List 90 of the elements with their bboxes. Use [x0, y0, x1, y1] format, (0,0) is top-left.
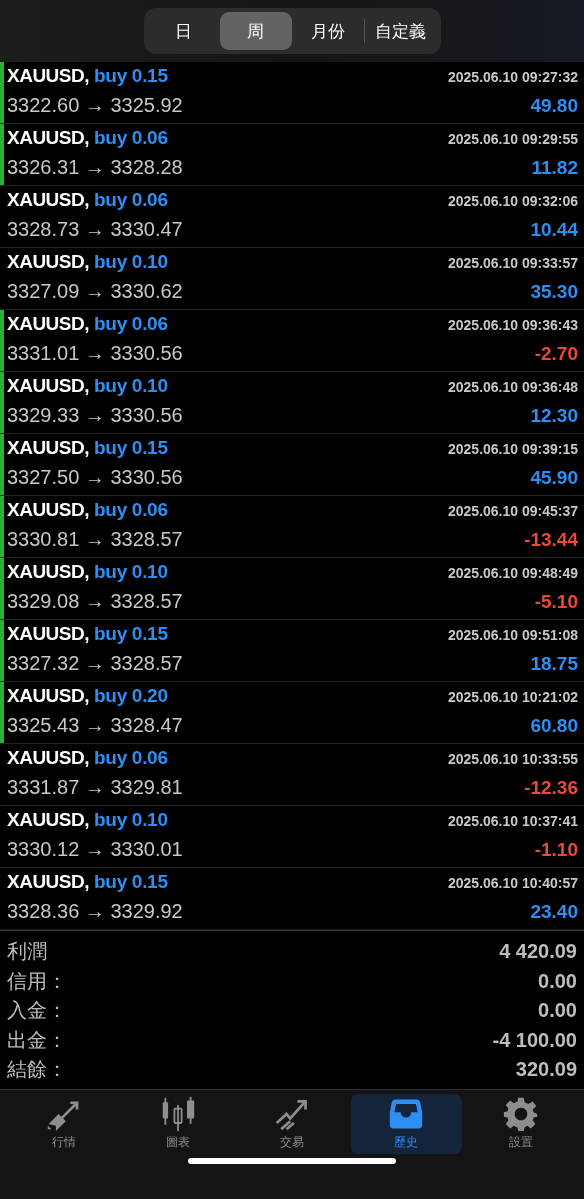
symbol: XAUUSD,	[7, 251, 89, 273]
profit-value: -1.10	[534, 839, 578, 861]
price-range: 3326.31 → 3328.28	[7, 156, 183, 179]
trade-time: 2025.06.10 09:45:37	[448, 503, 578, 519]
trade-side: buy 0.06	[94, 313, 168, 335]
profit-value: 23.40	[530, 901, 578, 923]
trade-side: buy 0.15	[94, 871, 168, 893]
price-range: 3329.08 → 3328.57	[7, 590, 183, 613]
summary-value: 4 420.09	[499, 940, 577, 964]
symbol: XAUUSD,	[7, 809, 89, 831]
trade-side: buy 0.10	[94, 561, 168, 583]
trade-time: 2025.06.10 10:40:57	[448, 875, 578, 891]
tab-bar-item[interactable]: 行情	[8, 1093, 119, 1154]
trade-time: 2025.06.10 09:27:32	[448, 69, 578, 85]
trade-side: buy 0.10	[94, 809, 168, 831]
profit-value: 12.30	[530, 405, 578, 427]
trade-side: buy 0.06	[94, 499, 168, 521]
period-tab[interactable]: 自定義	[364, 12, 437, 50]
profit-value: 60.80	[530, 715, 578, 737]
price-range: 3331.01 → 3330.56	[7, 342, 183, 365]
price-range: 3325.43 → 3328.47	[7, 714, 183, 737]
profit-value: -13.44	[524, 529, 578, 551]
price-range: 3328.36 → 3329.92	[7, 900, 183, 923]
summary-label: 出金：	[7, 1026, 67, 1054]
trade-time: 2025.06.10 09:39:15	[448, 441, 578, 457]
price-range: 3330.12 → 3330.01	[7, 838, 183, 861]
trade-side: buy 0.15	[94, 437, 168, 459]
profit-value: 10.44	[530, 219, 578, 241]
symbol: XAUUSD,	[7, 747, 89, 769]
tab-bar-item[interactable]: 圖表	[122, 1093, 234, 1154]
profit-value: 35.30	[530, 281, 578, 303]
profit-value: 11.82	[531, 157, 578, 179]
symbol: XAUUSD,	[7, 375, 89, 397]
profit-value: -5.10	[534, 591, 578, 613]
trade-side: buy 0.20	[94, 685, 168, 707]
summary-value: 0.00	[538, 969, 577, 993]
price-range: 3327.50 → 3330.56	[7, 466, 183, 489]
summary-label: 結餘：	[7, 1056, 67, 1084]
trade-time: 2025.06.10 09:48:49	[448, 565, 578, 581]
price-range: 3327.09 → 3330.62	[7, 280, 183, 303]
price-range: 3331.87 → 3329.81	[7, 776, 183, 799]
tab-bar-item[interactable]: 交易	[236, 1093, 348, 1154]
summary-label: 信用：	[7, 967, 67, 995]
profit-value: 18.75	[530, 653, 578, 675]
trade-side: buy 0.15	[94, 65, 168, 87]
price-range: 3330.81 → 3328.57	[7, 528, 183, 551]
profit-value: -12.36	[524, 777, 578, 799]
period-tab[interactable]: 周	[219, 12, 292, 50]
symbol: XAUUSD,	[7, 127, 89, 149]
summary-label: 利潤	[7, 938, 47, 966]
summary-label: 入金：	[7, 997, 67, 1025]
symbol: XAUUSD,	[7, 561, 89, 583]
trade-side: buy 0.15	[94, 623, 168, 645]
summary-value: 320.09	[515, 1058, 577, 1082]
trade-side: buy 0.06	[94, 127, 168, 149]
symbol: XAUUSD,	[7, 499, 89, 521]
period-tab[interactable]: 月份	[291, 12, 364, 50]
trade-time: 2025.06.10 09:36:48	[448, 379, 578, 395]
trade-time: 2025.06.10 09:51:08	[448, 627, 578, 643]
trade-time: 2025.06.10 09:29:55	[448, 131, 578, 147]
symbol: XAUUSD,	[7, 685, 89, 707]
settings-icon	[502, 1096, 539, 1132]
trade-time: 2025.06.10 09:36:43	[448, 317, 578, 333]
trade-time: 2025.06.10 10:37:41	[448, 813, 578, 829]
profit-value: -2.70	[534, 343, 578, 365]
price-range: 3322.60 → 3325.92	[7, 94, 183, 117]
trade-time: 2025.06.10 10:33:55	[448, 751, 578, 767]
trade-side: buy 0.06	[94, 747, 168, 769]
price-range: 3328.73 → 3330.47	[7, 218, 183, 241]
trade-side: buy 0.06	[94, 189, 168, 211]
price-range: 3327.32 → 3328.57	[7, 652, 183, 675]
trade-time: 2025.06.10 09:33:57	[448, 255, 578, 271]
summary-value: -4 100.00	[492, 1028, 577, 1052]
symbol: XAUUSD,	[7, 65, 89, 87]
trade-time: 2025.06.10 09:32:06	[448, 193, 578, 209]
trade-side: buy 0.10	[94, 251, 168, 273]
trade-side: buy 0.10	[94, 375, 168, 397]
symbol: XAUUSD,	[7, 437, 89, 459]
tab-bar-item[interactable]: 設置	[465, 1093, 576, 1154]
trade-time: 2025.06.10 10:21:02	[448, 689, 578, 705]
symbol: XAUUSD,	[7, 189, 89, 211]
period-tab[interactable]: 日	[147, 12, 220, 50]
tab-bar-item[interactable]: 歷史	[350, 1093, 462, 1154]
profit-value: 45.90	[530, 467, 578, 489]
symbol: XAUUSD,	[7, 623, 89, 645]
price-range: 3329.33 → 3330.56	[7, 404, 183, 427]
profit-value: 49.80	[530, 95, 578, 117]
symbol: XAUUSD,	[7, 313, 89, 335]
summary-value: 0.00	[538, 999, 577, 1023]
symbol: XAUUSD,	[7, 871, 89, 893]
